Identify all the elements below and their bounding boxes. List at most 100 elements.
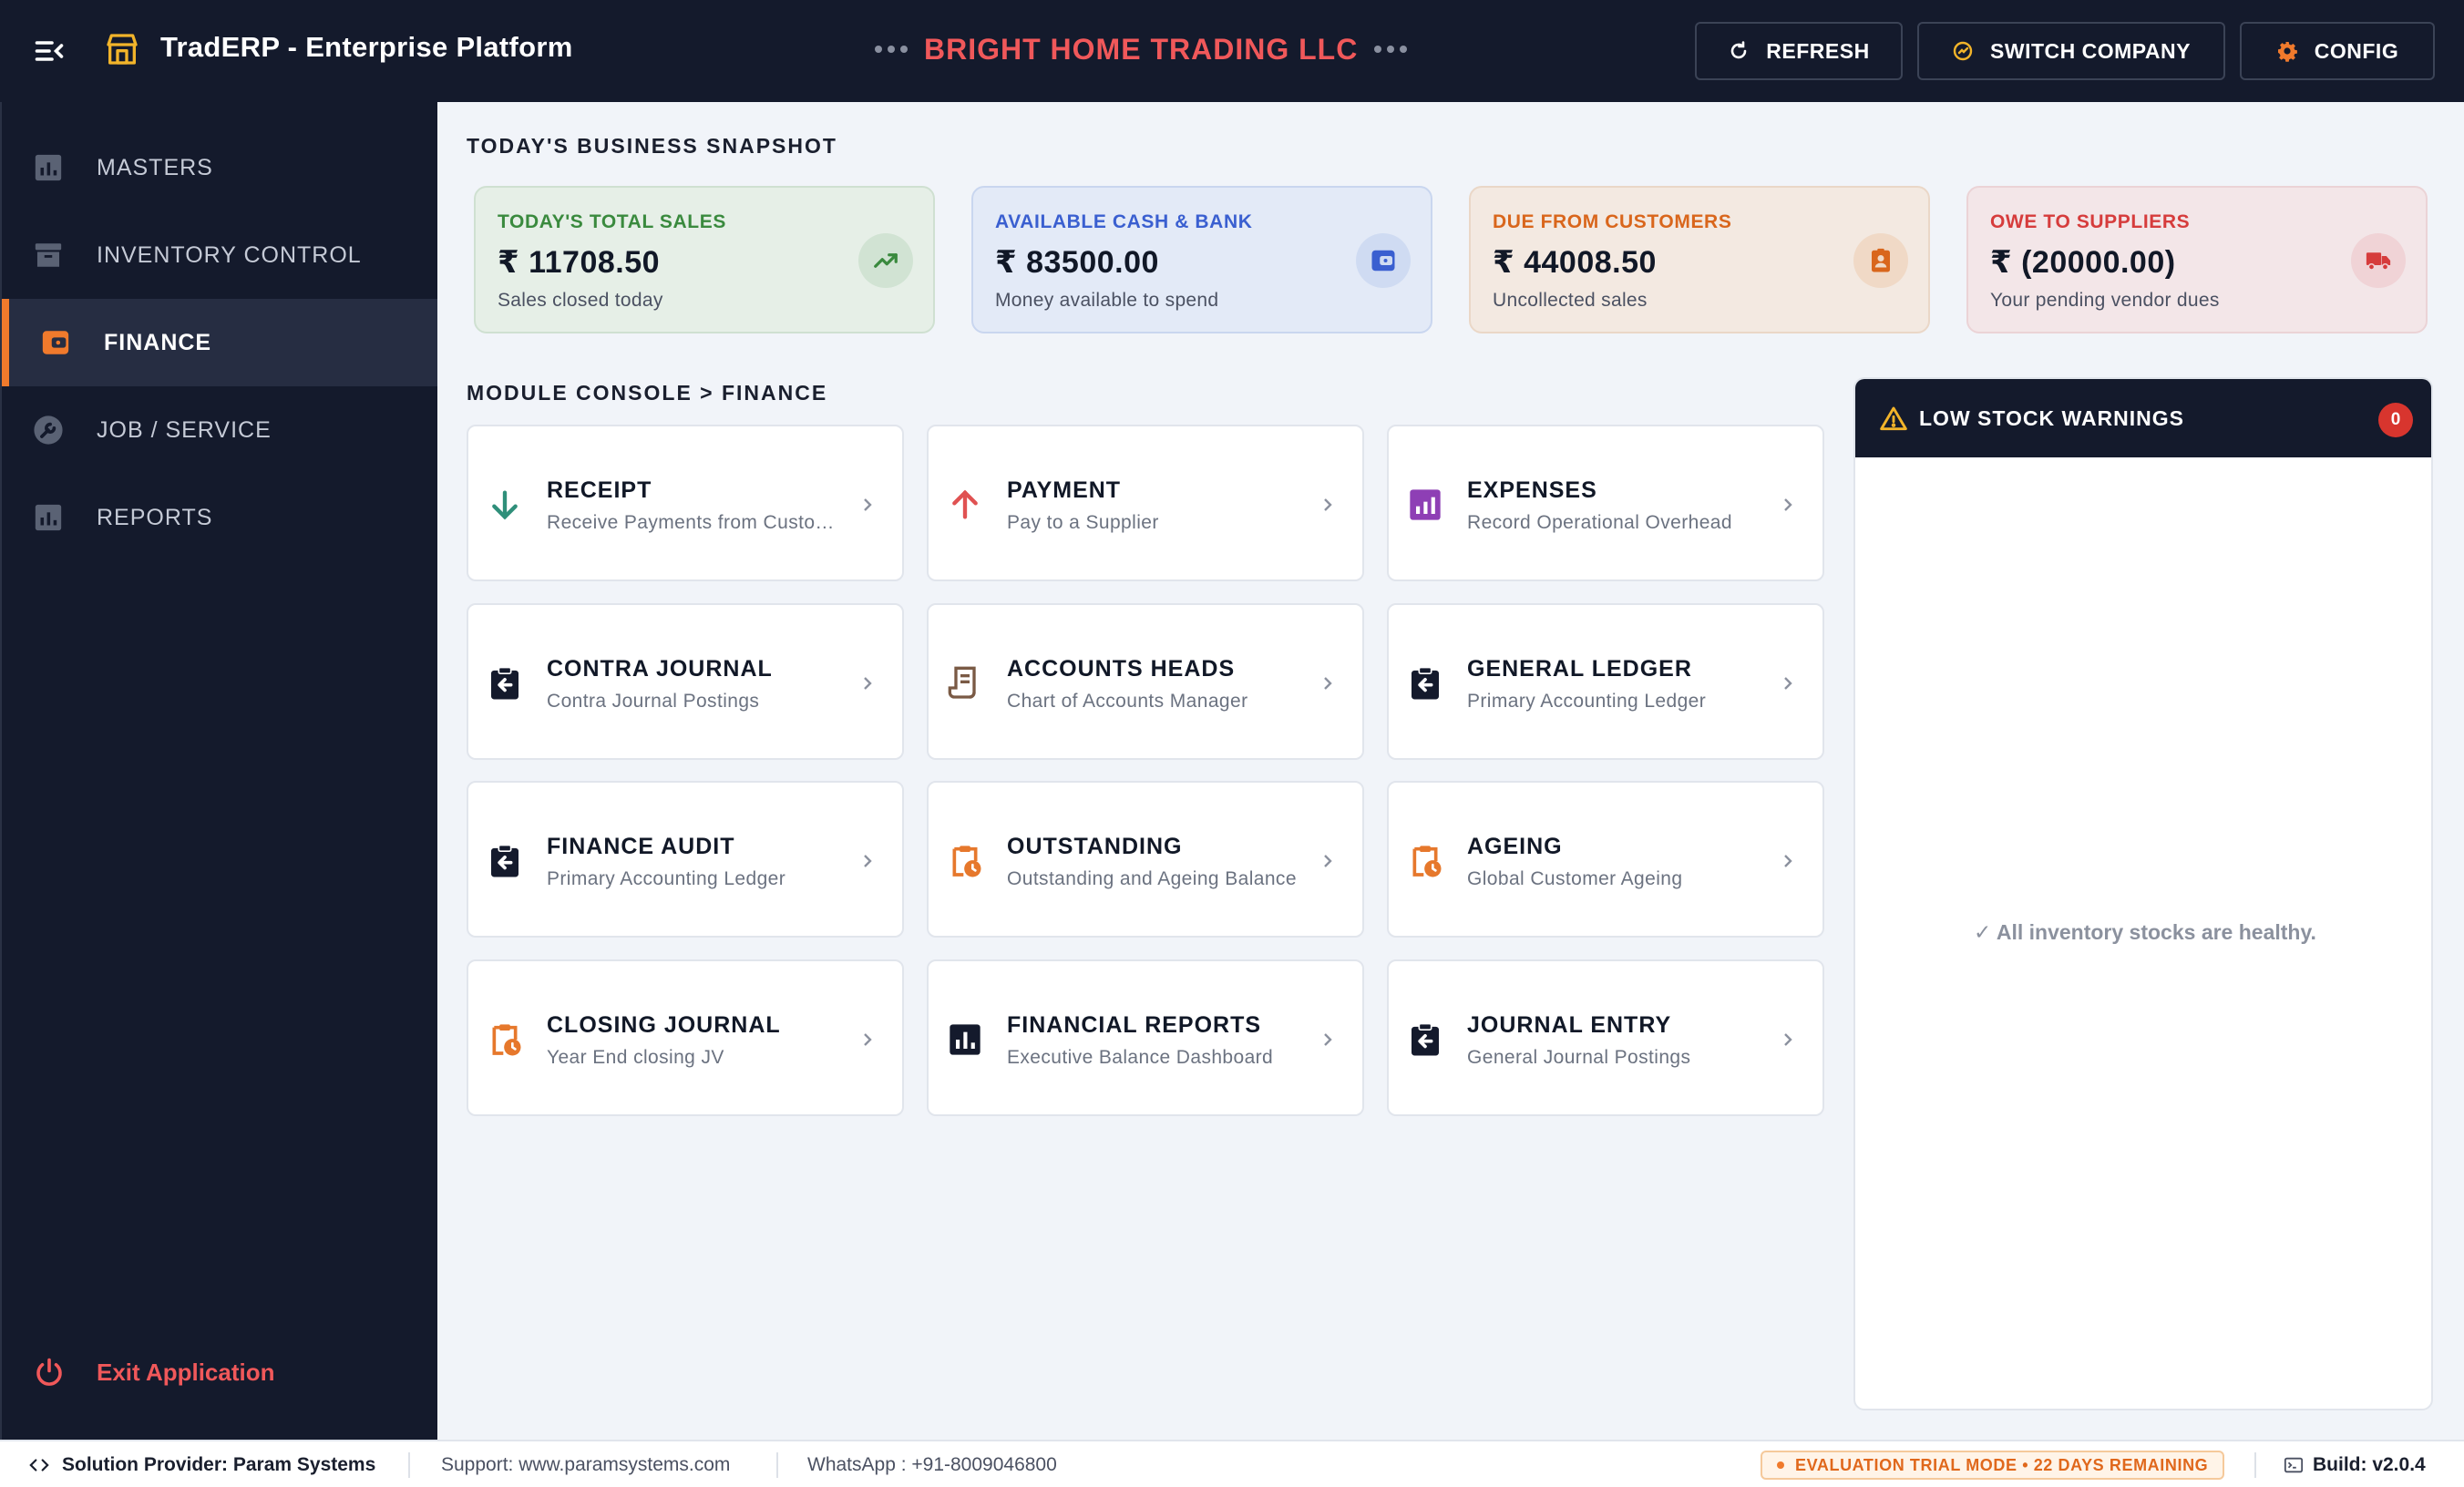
- module-title: PAYMENT: [1007, 477, 1122, 503]
- chevron-right-icon: [1784, 498, 1792, 511]
- module-subtitle: Receive Payments from Customers: [547, 512, 847, 533]
- module-title: FINANCIAL REPORTS: [1007, 1012, 1262, 1038]
- low-stock-panel: LOW STOCK WARNINGS 0 ✓ All inventory sto…: [1853, 377, 2433, 1410]
- arrow-up-icon: [952, 489, 978, 519]
- exit-application-label: Exit Application: [97, 1358, 275, 1386]
- provider-text: Solution Provider: Param Systems: [62, 1454, 376, 1475]
- kpi-value: ₹ 44008.50: [1493, 245, 1657, 280]
- kpi-value: ₹ 11708.50: [498, 245, 661, 280]
- module-card-finance-audit[interactable]: FINANCE AUDIT Primary Accounting Ledger: [467, 781, 904, 938]
- contact-badge-icon: [1853, 233, 1908, 288]
- kpi-label: AVAILABLE CASH & BANK: [995, 211, 1253, 232]
- kpi-value: ₹ (20000.00): [1990, 245, 2176, 280]
- support-link[interactable]: Support: www.paramsystems.com: [441, 1441, 730, 1487]
- footer-divider: [408, 1452, 410, 1478]
- module-card-receipt[interactable]: RECEIPT Receive Payments from Customers: [467, 425, 904, 581]
- chevron-right-icon: [864, 855, 872, 867]
- clipboard-back-icon: [1412, 666, 1439, 700]
- module-subtitle: Global Customer Ageing: [1467, 868, 1683, 889]
- module-card-closing-journal[interactable]: CLOSING JOURNAL Year End closing JV: [467, 959, 904, 1116]
- low-stock-empty-message: ✓ All inventory stocks are healthy.: [1974, 920, 2316, 944]
- code-icon: [29, 1459, 49, 1472]
- wallet-icon: [1356, 233, 1411, 288]
- clipboard-clock-icon: [492, 1024, 521, 1056]
- module-subtitle: Record Operational Overhead: [1467, 512, 1732, 533]
- module-subtitle: Year End closing JV: [547, 1047, 724, 1068]
- chevron-right-icon: [1784, 1033, 1792, 1046]
- whatsapp-info: WhatsApp : +91-8009046800: [807, 1454, 1057, 1475]
- chevron-right-icon: [1324, 498, 1332, 511]
- module-title: RECEIPT: [547, 477, 652, 503]
- clipboard-back-icon: [491, 844, 518, 877]
- status-dot-icon: [1777, 1461, 1784, 1469]
- module-title: FINANCE AUDIT: [547, 834, 735, 859]
- module-subtitle: Contra Journal Postings: [547, 691, 760, 712]
- footer-divider: [2254, 1452, 2256, 1478]
- exit-application-button[interactable]: Exit Application: [33, 1356, 275, 1389]
- config-button[interactable]: CONFIG: [2240, 22, 2435, 80]
- bar-chart-icon: [35, 154, 62, 181]
- sidebar-item-masters[interactable]: MASTERS: [2, 124, 437, 211]
- module-card-accounts-heads[interactable]: ACCOUNTS HEADS Chart of Accounts Manager: [927, 603, 1364, 760]
- module-title: GENERAL LEDGER: [1467, 656, 1692, 682]
- switch-company-icon: [1953, 41, 1973, 61]
- sidebar-item-reports[interactable]: REPORTS: [2, 474, 437, 561]
- chevron-right-icon: [1324, 677, 1332, 690]
- archive-icon: [35, 243, 62, 267]
- chevron-right-icon: [1324, 1033, 1332, 1046]
- sidebar-item-label: FINANCE: [104, 329, 212, 355]
- clipboard-back-icon: [491, 666, 518, 700]
- chevron-right-icon: [1324, 855, 1332, 867]
- sidebar-item-job-service[interactable]: JOB / SERVICE: [2, 386, 437, 474]
- menu-collapse-icon[interactable]: [33, 35, 66, 67]
- terminal-icon: [2284, 1457, 2304, 1473]
- module-card-payment[interactable]: PAYMENT Pay to a Supplier: [927, 425, 1364, 581]
- module-subtitle: Primary Accounting Ledger: [1467, 691, 1707, 712]
- top-bar: TradERP - Enterprise Platform BRIGHT HOM…: [0, 0, 2464, 102]
- footer: Solution Provider: Param Systems Support…: [0, 1440, 2464, 1487]
- gear-icon: [2277, 42, 2297, 62]
- module-title: EXPENSES: [1467, 477, 1597, 503]
- bar-chart-icon: [35, 504, 62, 531]
- sidebar-item-label: JOB / SERVICE: [97, 416, 272, 443]
- refresh-icon: [1731, 41, 1747, 59]
- module-subtitle: General Journal Postings: [1467, 1047, 1691, 1068]
- module-card-journal-entry[interactable]: JOURNAL ENTRY General Journal Postings: [1387, 959, 1824, 1116]
- module-card-contra-journal[interactable]: CONTRA JOURNAL Contra Journal Postings: [467, 603, 904, 760]
- warning-icon: [1880, 406, 1907, 431]
- chevron-right-icon: [1784, 677, 1792, 690]
- module-title: JOURNAL ENTRY: [1467, 1012, 1672, 1038]
- trial-text: EVALUATION TRIAL MODE • 22 DAYS REMAININ…: [1795, 1455, 2209, 1474]
- module-subtitle: Outstanding and Ageing Balance: [1007, 868, 1297, 889]
- kpi-subtitle: Your pending vendor dues: [1990, 290, 2220, 311]
- module-card-ageing[interactable]: AGEING Global Customer Ageing: [1387, 781, 1824, 938]
- sidebar-item-finance[interactable]: FINANCE: [2, 299, 437, 386]
- chevron-right-icon: [1784, 855, 1792, 867]
- switch-company-button[interactable]: SWITCH COMPANY: [1917, 22, 2225, 80]
- store-icon: [107, 34, 138, 65]
- report-chart-icon: [950, 1024, 980, 1055]
- module-card-expenses[interactable]: EXPENSES Record Operational Overhead: [1387, 425, 1824, 581]
- config-label: CONFIG: [2314, 38, 2399, 63]
- kpi-subtitle: Money available to spend: [995, 290, 1219, 311]
- module-subtitle: Chart of Accounts Manager: [1007, 691, 1248, 712]
- snapshot-title: TODAY'S BUSINESS SNAPSHOT: [467, 134, 837, 158]
- module-card-general-ledger[interactable]: GENERAL LEDGER Primary Accounting Ledger: [1387, 603, 1824, 760]
- sidebar-item-label: INVENTORY CONTROL: [97, 241, 362, 268]
- module-card-financial-reports[interactable]: FINANCIAL REPORTS Executive Balance Dash…: [927, 959, 1364, 1116]
- sidebar: MASTERS INVENTORY CONTROL FINANCE JOB / …: [0, 102, 437, 1440]
- kpi-value: ₹ 83500.00: [995, 245, 1159, 280]
- sidebar-item-inventory-control[interactable]: INVENTORY CONTROL: [2, 211, 437, 299]
- switch-company-label: SWITCH COMPANY: [1990, 38, 2191, 63]
- low-stock-count-badge: 0: [2378, 403, 2413, 437]
- module-card-outstanding[interactable]: OUTSTANDING Outstanding and Ageing Balan…: [927, 781, 1364, 938]
- clipboard-clock-icon: [1412, 846, 1442, 877]
- chevron-right-icon: [864, 1033, 872, 1046]
- sidebar-item-label: MASTERS: [97, 154, 213, 180]
- dots-icon: [875, 46, 908, 53]
- company-display: BRIGHT HOME TRADING LLC: [875, 29, 1408, 69]
- expense-chart-icon: [1410, 489, 1441, 520]
- refresh-button[interactable]: REFRESH: [1695, 22, 1903, 80]
- module-subtitle: Executive Balance Dashboard: [1007, 1047, 1274, 1068]
- console-title: MODULE CONSOLE > FINANCE: [467, 381, 828, 405]
